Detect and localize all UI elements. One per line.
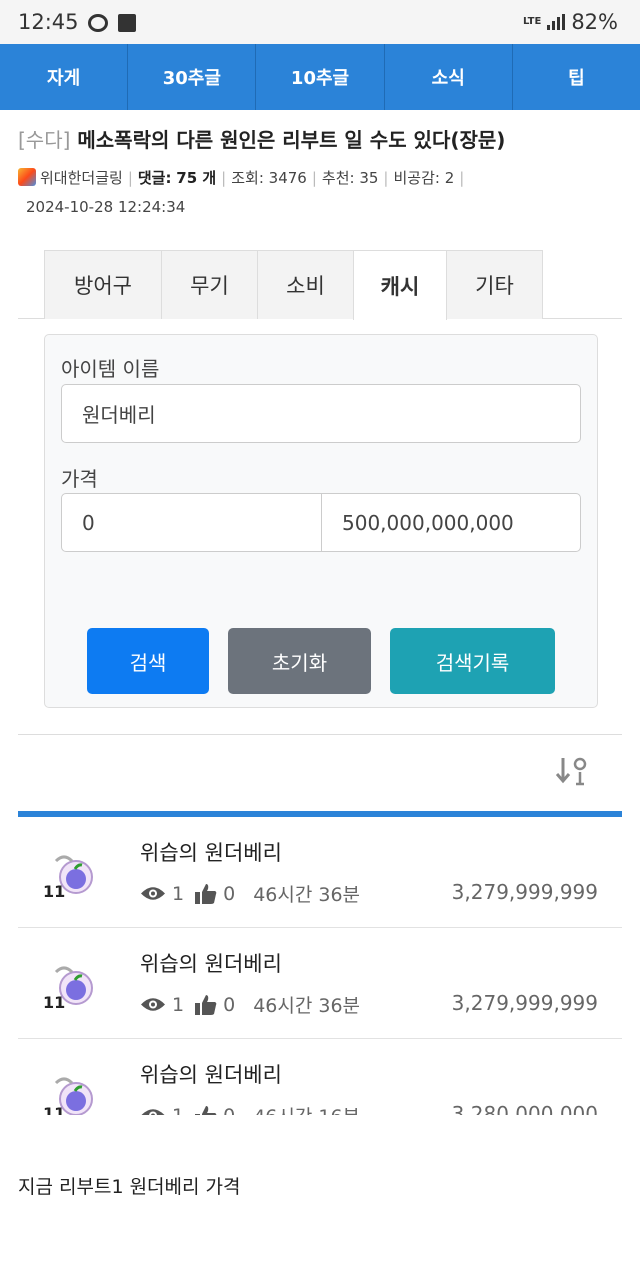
like-count: 0 [223,882,236,905]
view-count: 조회: 3476 [231,169,307,187]
nav-tips[interactable]: 팁 [513,44,640,110]
nav-free-board[interactable]: 자게 [0,44,129,110]
status-bar: 12:45 LTE 82% [0,0,640,44]
search-history-button[interactable]: 검색기록 [390,628,555,694]
tab-weapon[interactable]: 무기 [161,250,258,319]
list-item[interactable]: 11 위습의 원더베리 1 0 46시간 36분 3,279,999,999 [18,928,622,1039]
svg-text:11: 11 [43,993,65,1010]
item-name-input[interactable]: 원더베리 [61,384,581,443]
search-panel: 아이템 이름 원더베리 가격 0 500,000,000,000 검색 초기화 … [44,334,598,708]
item-name: 위습의 원더베리 [140,841,282,865]
item-thumbnail: 11 [43,855,93,899]
tab-cash[interactable]: 캐시 [353,250,447,320]
list-item[interactable]: 11 위습의 원더베리 1 0 46시간 36분 3,279,999,999 [18,817,622,928]
status-right: LTE 82% [523,10,618,34]
eye-icon [141,887,165,900]
item-name-label: 아이템 이름 [61,357,160,381]
sort-icon[interactable] [556,756,588,786]
dislike-count: 비공감: 2 [393,169,455,187]
gallery-icon [118,14,136,32]
status-time: 12:45 [18,10,79,34]
thumbs-up-icon [195,1105,217,1115]
view-count: 1 [172,882,185,905]
thumbs-up-icon [195,883,217,904]
post-body-text: 지금 리부트1 원더베리 가격 [18,1176,241,1198]
nav-30-likes[interactable]: 30추글 [128,44,257,110]
battery-percent: 82% [571,10,618,34]
price-min-input[interactable]: 0 [61,493,322,552]
like-count: 추천: 35 [321,169,379,187]
view-count: 1 [172,1105,184,1116]
list-item[interactable]: 11 위습의 원더베리 1 0 46시간 16분 3,280,000,000 [18,1039,622,1115]
time-ago: 46시간 36분 [253,884,361,906]
view-count: 1 [172,993,185,1016]
comments-label: 댓글: [137,169,172,187]
alarm-icon [88,14,108,32]
post-title: [수다] 메소폭락의 다른 원인은 리부트 일 수도 있다(장문) [18,124,505,153]
svg-text:11: 11 [43,1104,65,1115]
top-nav: 자게 30추글 10추글 소식 팁 [0,44,640,110]
price-max-input[interactable]: 500,000,000,000 [321,493,581,552]
item-stats: 1 0 46시간 36분 [140,991,360,1018]
tab-etc[interactable]: 기타 [446,250,543,319]
eye-icon [141,998,165,1011]
post-meta: 위대한더글링 | 댓글: 75 개 | 조회: 3476 | 추천: 35 | 비공감: 2 | … [18,164,618,222]
divider [18,734,622,735]
tab-consumable[interactable]: 소비 [257,250,354,319]
item-price: 3,280,000,000 [451,1102,598,1115]
signal-icon [547,14,566,30]
price-label: 가격 [61,467,98,491]
item-stats: 1 0 46시간 16분 [140,1102,360,1115]
time-ago: 46시간 36분 [253,995,361,1017]
search-button[interactable]: 검색 [87,628,209,694]
like-count: 0 [223,993,236,1016]
tab-armor[interactable]: 방어구 [44,250,162,319]
item-price: 3,279,999,999 [451,880,598,904]
author-avatar [18,168,36,186]
time-ago: 46시간 16분 [253,1102,360,1115]
result-list: 11 위습의 원더베리 1 0 46시간 36분 3,279,999,999 1… [18,817,622,1115]
eye-icon [141,1109,165,1115]
post-category: [수다] [18,128,71,152]
nav-10-likes[interactable]: 10추글 [256,44,385,110]
item-price: 3,279,999,999 [451,991,598,1015]
item-name: 위습의 원더베리 [140,1063,282,1087]
comments-count[interactable]: 75 개 [176,169,216,187]
nav-news[interactable]: 소식 [385,44,513,110]
lte-icon: LTE [522,16,542,27]
like-count: 0 [223,1105,235,1116]
item-thumbnail: 11 [43,966,93,1010]
item-stats: 1 0 46시간 36분 [140,880,360,907]
category-tabs: 방어구 무기 소비 캐시 기타 [18,250,622,320]
reset-button[interactable]: 초기화 [228,628,371,694]
item-name: 위습의 원더베리 [140,952,282,976]
item-thumbnail: 11 [43,1077,93,1115]
thumbs-up-icon [195,994,217,1015]
post-date: 2024-10-28 12:24:34 [26,198,186,216]
status-icons [88,14,136,32]
post-author[interactable]: 위대한더글링 [40,169,123,187]
post-title-text: 메소폭락의 다른 원인은 리부트 일 수도 있다(장문) [77,128,506,152]
svg-text:11: 11 [43,882,65,899]
